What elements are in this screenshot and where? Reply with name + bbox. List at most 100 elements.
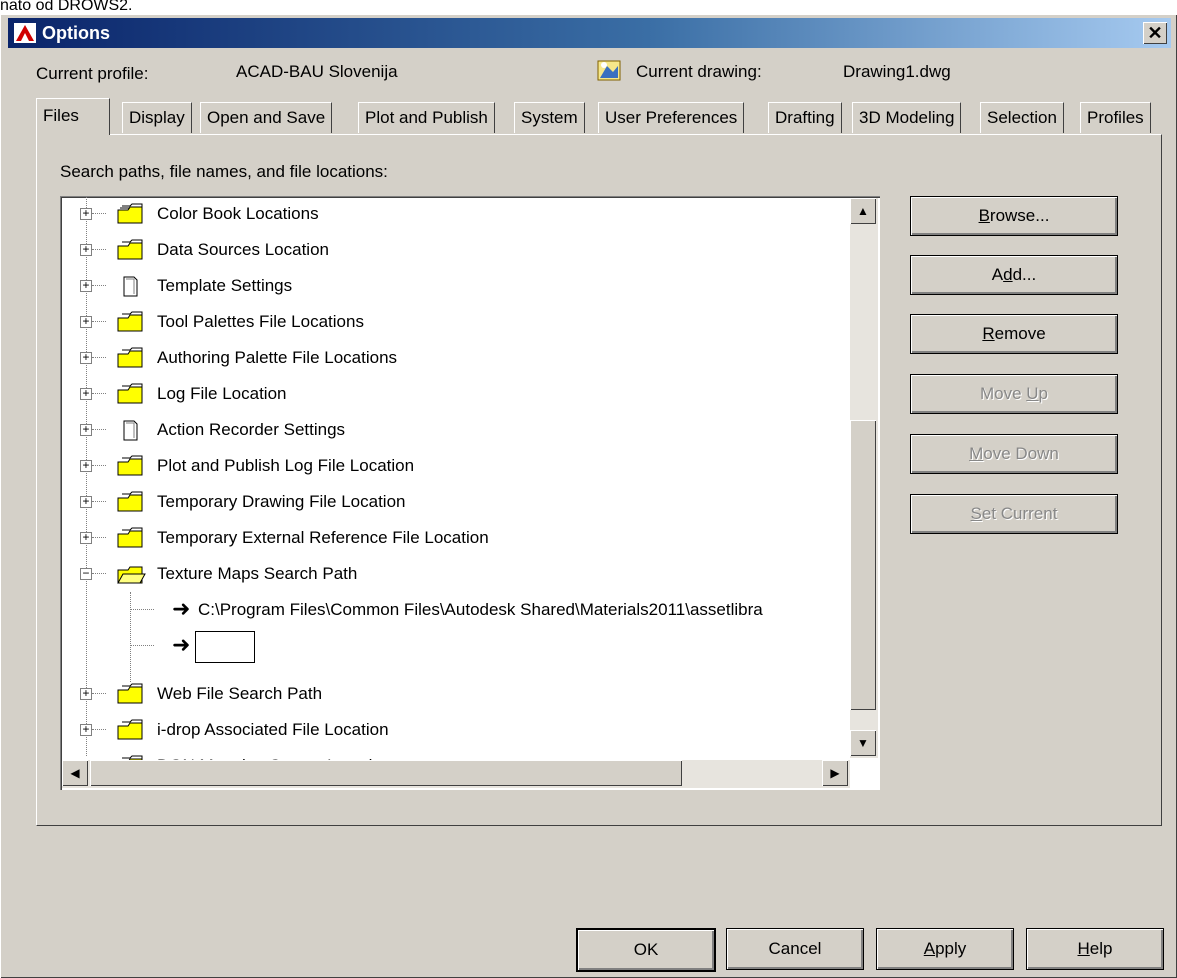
vertical-scroll-thumb[interactable] — [850, 420, 876, 710]
arrow-icon: ➜ — [172, 632, 191, 657]
ok-button[interactable]: OK — [576, 928, 716, 972]
triangle-down-icon: ▼ — [857, 736, 869, 750]
expand-icon[interactable]: + — [80, 388, 92, 400]
remove-button[interactable]: Remove — [910, 314, 1118, 354]
path-edit-field[interactable] — [195, 631, 255, 663]
tree-node-label: Action Recorder Settings — [157, 420, 346, 439]
current-profile-value: ACAD-BAU Slovenija — [236, 62, 398, 81]
tree-node-label: Data Sources Location — [157, 240, 329, 259]
folder-stack-icon — [117, 455, 143, 476]
tree-node[interactable]: + Data Sources Location — [60, 232, 850, 268]
tab-user-preferences[interactable]: User Preferences — [598, 102, 745, 133]
window-title: Options — [42, 23, 110, 43]
tree-node-label: Color Book Locations — [157, 204, 319, 223]
tree-node[interactable]: + Temporary Drawing File Location — [60, 484, 850, 520]
expand-icon[interactable]: + — [80, 208, 92, 220]
scroll-down-button[interactable]: ▼ — [850, 730, 876, 756]
triangle-left-icon: ◀ — [70, 766, 80, 780]
tree-node[interactable]: + Plot and Publish Log File Location — [60, 448, 850, 484]
arrow-icon: ➜ — [172, 596, 191, 621]
move-up-button[interactable]: Move Up — [910, 374, 1118, 414]
expand-icon[interactable]: + — [80, 244, 92, 256]
folder-stack-icon — [117, 527, 143, 548]
tree-node-label: Tool Palettes File Locations — [157, 312, 364, 331]
tree-node[interactable]: + i-drop Associated File Location — [60, 712, 850, 748]
tree-node-label: Plot and Publish Log File Location — [157, 456, 415, 475]
folder-stack-icon — [117, 683, 143, 704]
folder-stack-icon — [117, 383, 143, 404]
expand-icon[interactable]: + — [80, 316, 92, 328]
expand-icon[interactable]: + — [80, 424, 92, 436]
horizontal-scrollbar[interactable]: ◀ ▶ — [62, 760, 850, 788]
tree-node[interactable]: + Temporary External Reference File Loca… — [60, 520, 850, 556]
current-drawing-label: Current drawing: — [636, 62, 762, 81]
tab-files[interactable]: Files — [36, 98, 110, 135]
tab-drafting[interactable]: Drafting — [768, 102, 842, 133]
tree-node[interactable]: + Log File Location — [60, 376, 850, 412]
expand-icon[interactable]: + — [80, 724, 92, 736]
tree-node[interactable]: + Authoring Palette File Locations — [60, 340, 850, 376]
folder-stack-icon — [117, 203, 143, 224]
autocad-app-icon — [14, 23, 36, 43]
close-icon: ✕ — [1147, 23, 1163, 43]
tree-node-label: Temporary External Reference File Locati… — [157, 528, 489, 547]
apply-button[interactable]: Apply — [876, 928, 1014, 970]
tree-node[interactable]: + Template Settings — [60, 268, 850, 304]
scroll-left-button[interactable]: ◀ — [62, 760, 88, 786]
folder-stack-icon — [117, 239, 143, 260]
tree-node-label: Temporary Drawing File Location — [157, 492, 406, 511]
drawing-file-icon — [597, 60, 621, 81]
expand-icon[interactable]: + — [80, 280, 92, 292]
tree-child-path-editing[interactable]: ➜ — [60, 628, 850, 664]
current-profile-label: Current profile: — [36, 64, 149, 83]
triangle-up-icon: ▲ — [857, 204, 869, 218]
scroll-right-button[interactable]: ▶ — [822, 760, 848, 786]
tab-system[interactable]: System — [514, 102, 585, 133]
title-bar[interactable]: Options ✕ — [8, 18, 1171, 48]
scroll-up-button[interactable]: ▲ — [850, 198, 876, 224]
tree-node-label: Authoring Palette File Locations — [157, 348, 398, 367]
help-button[interactable]: Help — [1026, 928, 1164, 970]
tree-node[interactable]: + Color Book Locations — [60, 196, 850, 232]
folder-stack-icon — [117, 719, 143, 740]
tree-node-expanded[interactable]: − Texture Maps Search Path — [60, 556, 850, 592]
expand-icon[interactable]: + — [80, 352, 92, 364]
file-locations-tree[interactable]: + Color Book Locations + Data Sources Lo… — [60, 196, 880, 790]
tab-profiles[interactable]: Profiles — [1080, 102, 1151, 133]
add-button[interactable]: Add... — [910, 255, 1118, 295]
document-icon — [123, 276, 138, 297]
tree-node[interactable]: + Tool Palettes File Locations — [60, 304, 850, 340]
tab-open-and-save[interactable]: Open and Save — [200, 102, 333, 133]
tab-display[interactable]: Display — [122, 102, 192, 133]
tree-node-label: Texture Maps Search Path — [157, 564, 358, 583]
vertical-scrollbar[interactable]: ▲ ▼ — [850, 198, 878, 758]
expand-icon[interactable]: + — [80, 496, 92, 508]
search-paths-label: Search paths, file names, and file locat… — [60, 162, 388, 181]
collapse-icon[interactable]: − — [80, 568, 92, 580]
expand-icon[interactable]: + — [80, 532, 92, 544]
tab-plot-and-publish[interactable]: Plot and Publish — [358, 102, 495, 133]
tree-node-label: Log File Location — [157, 384, 287, 403]
document-icon — [123, 420, 138, 441]
tree-node[interactable]: + Web File Search Path — [60, 676, 850, 712]
folder-stack-icon — [117, 311, 143, 332]
tree-node-label: Template Settings — [157, 276, 293, 295]
tree-node-label: i-drop Associated File Location — [157, 720, 389, 739]
tree-node-label: Web File Search Path — [157, 684, 323, 703]
tree-child-path[interactable]: ➜ C:\Program Files\Common Files\Autodesk… — [60, 592, 850, 628]
move-down-button[interactable]: Move Down — [910, 434, 1118, 474]
tab-selection[interactable]: Selection — [980, 102, 1064, 133]
folder-stack-icon — [117, 347, 143, 368]
expand-icon[interactable]: + — [80, 688, 92, 700]
folder-stack-icon — [117, 491, 143, 512]
tab-3d-modeling[interactable]: 3D Modeling — [852, 102, 962, 133]
expand-icon[interactable]: + — [80, 460, 92, 472]
triangle-right-icon: ▶ — [830, 766, 840, 780]
browse-button[interactable]: Browse... — [910, 196, 1118, 236]
cancel-button[interactable]: Cancel — [726, 928, 864, 970]
close-button[interactable]: ✕ — [1143, 22, 1167, 44]
tree-node[interactable]: + Action Recorder Settings — [60, 412, 850, 448]
set-current-button[interactable]: Set Current — [910, 494, 1118, 534]
horizontal-scroll-thumb[interactable] — [90, 760, 682, 786]
tree-child-label: C:\Program Files\Common Files\Autodesk S… — [198, 600, 763, 619]
